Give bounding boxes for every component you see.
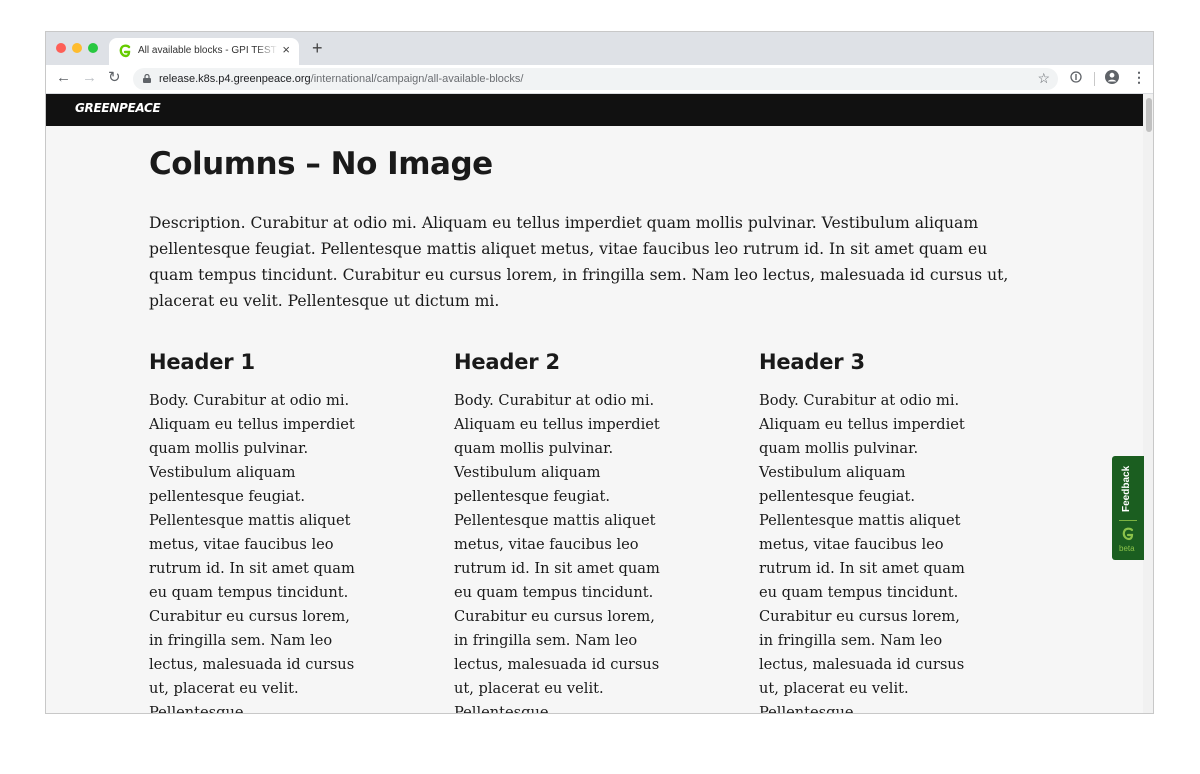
beta-badge: beta: [1119, 544, 1135, 553]
new-tab-button[interactable]: +: [312, 39, 323, 57]
column-header: Header 2: [454, 350, 560, 374]
tab-strip: All available blocks - GPI TEST SITE × +: [46, 32, 1153, 65]
reload-icon[interactable]: ↻: [108, 70, 121, 86]
url-path: /international/campaign/all-available-bl…: [310, 73, 524, 85]
column-body: Body. Curabitur at odio mi. Aliquam eu t…: [454, 392, 660, 714]
browser-window: All available blocks - GPI TEST SITE × +…: [45, 31, 1154, 714]
page-content: Columns – No Image Description. Curabitu…: [149, 144, 1029, 713]
address-bar[interactable]: release.k8s.p4.greenpeace.org/internatio…: [133, 68, 1058, 90]
zoom-window-button[interactable]: [88, 43, 98, 53]
lock-icon: [143, 74, 151, 83]
column-1: Header 1 Body. Curabitur at odio mi. Ali…: [149, 349, 364, 714]
site-header: GREENPEACE: [46, 94, 1143, 126]
back-arrow-icon[interactable]: ←: [56, 70, 71, 86]
minimize-window-button[interactable]: [72, 43, 82, 53]
close-window-button[interactable]: [56, 43, 66, 53]
extension-icon[interactable]: [1070, 71, 1082, 83]
toolbar-divider: [1094, 72, 1095, 86]
column-body: Body. Curabitur at odio mi. Aliquam eu t…: [149, 392, 355, 714]
page-viewport: GREENPEACE Columns – No Image Descriptio…: [46, 94, 1143, 713]
page-description: Description. Curabitur at odio mi. Aliqu…: [149, 214, 1009, 310]
tab-close-icon[interactable]: ×: [282, 43, 290, 57]
column-header: Header 3: [759, 350, 865, 374]
greenpeace-g-icon: [1122, 527, 1134, 541]
column-header: Header 1: [149, 350, 255, 374]
greenpeace-logo[interactable]: GREENPEACE: [75, 101, 161, 115]
page-scrollbar[interactable]: [1143, 94, 1153, 713]
url-domain: release.k8s.p4.greenpeace.org: [159, 73, 311, 85]
page-title: Columns – No Image: [149, 146, 493, 182]
feedback-divider: [1119, 520, 1137, 521]
feedback-label: Feedback: [1121, 465, 1132, 512]
tab-active[interactable]: All available blocks - GPI TEST SITE ×: [109, 38, 299, 65]
forward-arrow-icon[interactable]: →: [82, 70, 97, 86]
column-body: Body. Curabitur at odio mi. Aliquam eu t…: [759, 392, 965, 714]
greenpeace-favicon-icon: [119, 44, 131, 58]
more-menu-icon[interactable]: ⋮: [1132, 69, 1146, 85]
url-text: release.k8s.p4.greenpeace.org/internatio…: [159, 73, 523, 85]
tab-title: All available blocks - GPI TEST SITE: [138, 45, 278, 56]
browser-toolbar: ← → ↻ release.k8s.p4.greenpeace.org/inte…: [46, 65, 1153, 94]
column-2: Header 2 Body. Curabitur at odio mi. Ali…: [454, 349, 669, 714]
account-icon[interactable]: [1105, 70, 1119, 84]
feedback-button[interactable]: Feedback beta: [1112, 456, 1144, 560]
scrollbar-thumb[interactable]: [1146, 98, 1152, 132]
star-icon[interactable]: ☆: [1037, 70, 1050, 87]
column-3: Header 3 Body. Curabitur at odio mi. Ali…: [759, 349, 974, 714]
